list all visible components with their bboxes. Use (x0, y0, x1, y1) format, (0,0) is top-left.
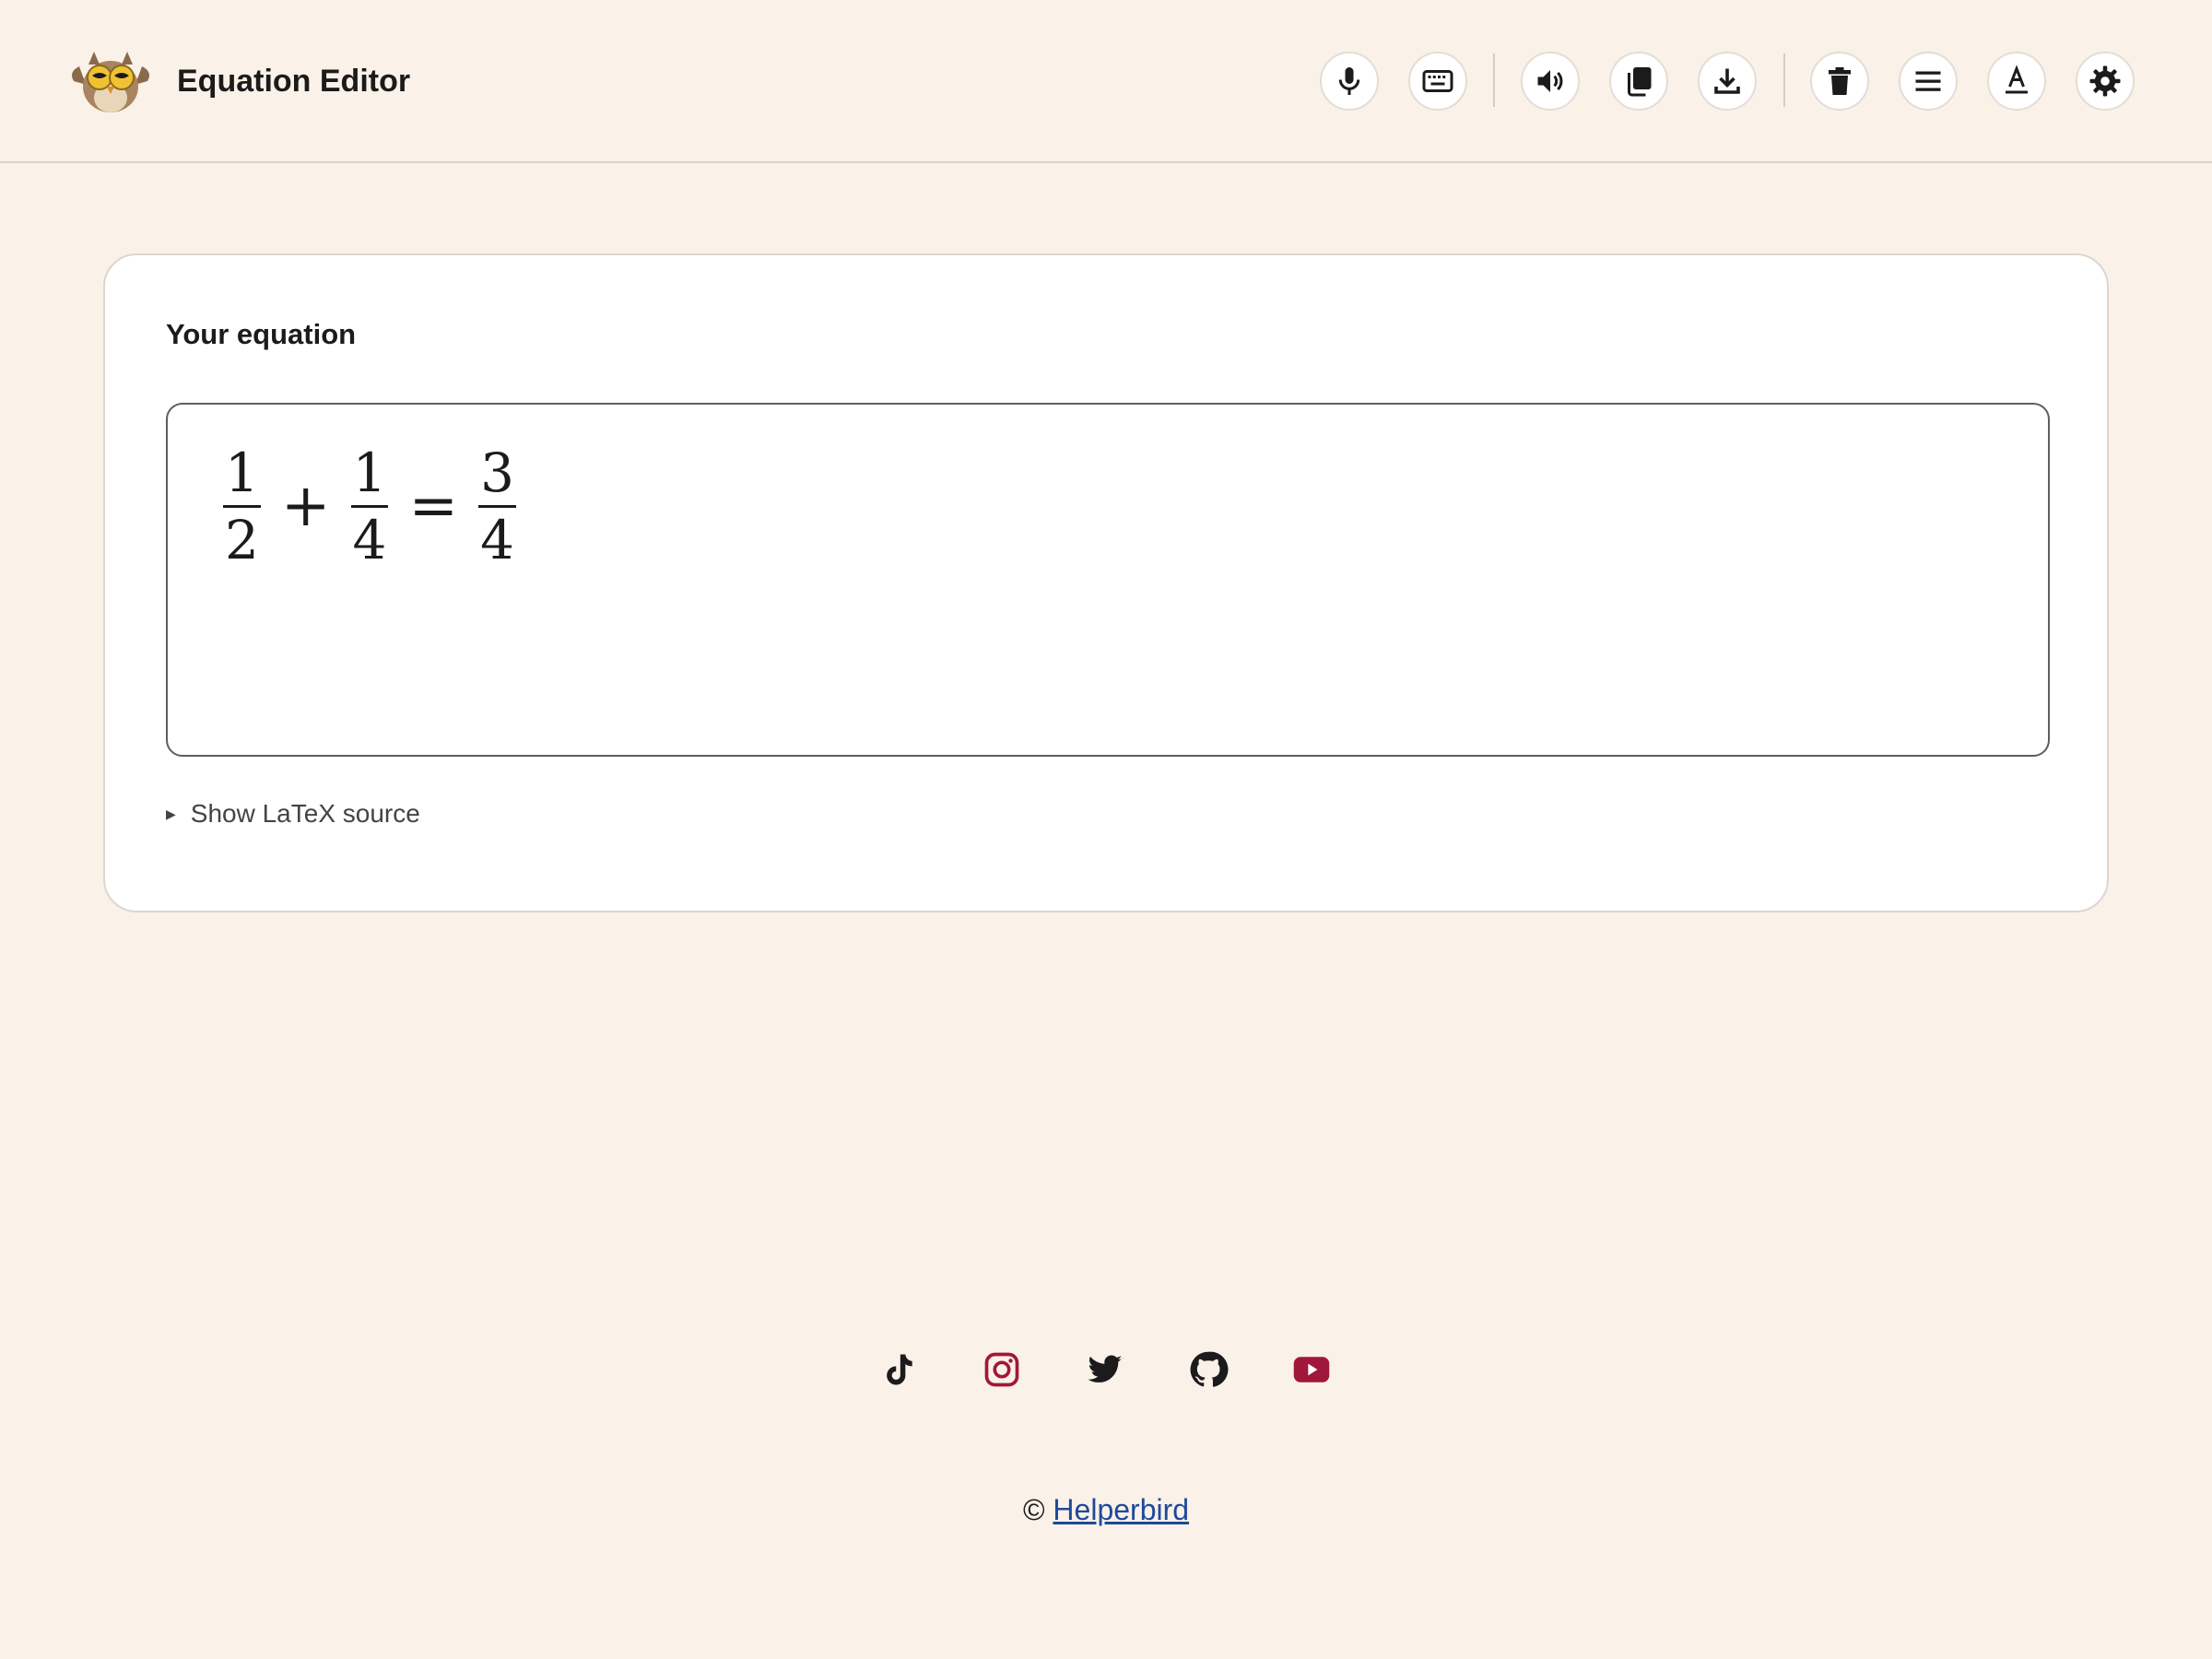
app-header: Equation Editor (0, 0, 2212, 163)
plus-operator: + (280, 472, 331, 540)
download-icon (1714, 68, 1740, 94)
show-latex-toggle[interactable]: ▶ Show LaTeX source (166, 799, 420, 829)
settings-button[interactable] (2076, 52, 2135, 111)
twitter-link[interactable] (1083, 1347, 1127, 1392)
github-icon (1190, 1351, 1229, 1387)
toolbar-divider (1493, 53, 1495, 107)
fraction: 3 4 (478, 442, 516, 571)
disclosure-triangle-icon: ▶ (166, 806, 176, 821)
show-latex-label: Show LaTeX source (190, 799, 420, 828)
equation-label: Your equation (166, 318, 357, 350)
youtube-link[interactable] (1289, 1347, 1334, 1392)
fraction-bar (478, 504, 516, 508)
font-button[interactable] (1987, 52, 2046, 111)
menu-icon (1915, 71, 1941, 91)
fraction-bar (350, 504, 389, 508)
owl-logo (66, 44, 155, 118)
tiktok-link[interactable] (877, 1347, 921, 1392)
rendered-equation: 1 2 + 1 4 = 3 4 (219, 441, 520, 571)
toolbar-divider (1783, 53, 1785, 107)
numerator: 1 (352, 441, 387, 504)
microphone-icon (1338, 67, 1360, 95)
copy-icon (1628, 67, 1652, 97)
equation-input[interactable]: 1 2 + 1 4 = 3 4 (166, 403, 2050, 757)
fraction: 1 4 (350, 441, 389, 571)
app-title: Equation Editor (177, 64, 411, 99)
twitter-icon (1088, 1355, 1123, 1382)
fraction: 1 2 (223, 442, 261, 571)
fraction-bar (223, 504, 261, 508)
copyright: © Helperbird (0, 1493, 2212, 1527)
menu-button[interactable] (1899, 52, 1958, 111)
instagram-icon (984, 1352, 1019, 1387)
clear-button[interactable] (1810, 52, 1869, 111)
denominator: 4 (352, 508, 387, 571)
denominator: 2 (225, 508, 259, 571)
equals-operator: = (408, 472, 459, 540)
copyright-symbol: © (1022, 1493, 1045, 1526)
trash-icon (1829, 67, 1851, 95)
numerator: 1 (225, 441, 259, 504)
download-button[interactable] (1698, 52, 1757, 111)
denominator: 4 (480, 508, 514, 571)
youtube-icon (1293, 1357, 1330, 1382)
font-icon (2006, 65, 2028, 94)
github-link[interactable] (1186, 1347, 1230, 1392)
keyboard-icon (1422, 70, 1453, 92)
tiktok-icon (887, 1354, 912, 1385)
equation-card: Your equation 1 2 + 1 4 = 3 4 ▶ Show LaT… (103, 253, 2109, 912)
instagram-link[interactable] (980, 1347, 1024, 1392)
copy-button[interactable] (1609, 52, 1668, 111)
read-aloud-button[interactable] (1521, 52, 1580, 111)
gear-icon (2089, 65, 2121, 97)
numerator: 3 (480, 441, 514, 504)
microphone-button[interactable] (1320, 52, 1379, 111)
keyboard-button[interactable] (1408, 52, 1467, 111)
helperbird-link[interactable]: Helperbird (1053, 1493, 1189, 1526)
speaker-icon (1537, 70, 1563, 92)
